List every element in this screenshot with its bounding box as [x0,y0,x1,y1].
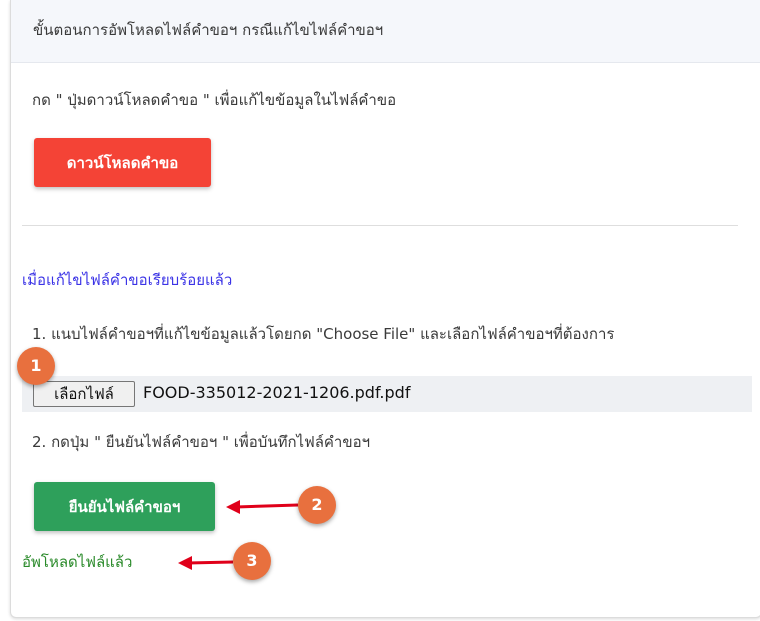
section-title: เมื่อแก้ไขไฟล์คำขอเรียบร้อยแล้ว [22,271,233,289]
download-request-button[interactable]: ดาวน์โหลดคำขอ [34,138,211,187]
section-divider [22,225,738,226]
card-title: ขั้นตอนการอัพโหลดไฟล์คำขอฯ กรณีแก้ไขไฟล์… [33,21,384,39]
file-input-row: เลือกไฟล์ FOOD-335012-2021-1206.pdf.pdf [22,376,752,412]
download-instruction: กด " ปุ่มดาวน์โหลดคำขอ " เพื่อแก้ไขข้อมู… [32,91,397,109]
step-2-instruction: 2. กดปุ่ม " ยืนยันไฟล์คำขอฯ " เพื่อบันทึ… [32,433,371,451]
callout-badge-3: 3 [233,542,271,580]
selected-file-name: FOOD-335012-2021-1206.pdf.pdf [143,383,411,402]
card-header: ขั้นตอนการอัพโหลดไฟล์คำขอฯ กรณีแก้ไขไฟล์… [11,0,760,63]
confirm-file-button[interactable]: ยืนยันไฟล์คำขอฯ [34,482,215,531]
upload-status-text: อัพโหลดไฟล์แล้ว [22,553,133,571]
callout-badge-1: 1 [17,347,55,385]
callout-badge-2: 2 [298,486,336,524]
choose-file-button[interactable]: เลือกไฟล์ [33,381,135,407]
step-1-instruction: 1. แนบไฟล์คำขอฯที่แก้ไขข้อมูลแล้วโดยกด "… [32,325,615,343]
